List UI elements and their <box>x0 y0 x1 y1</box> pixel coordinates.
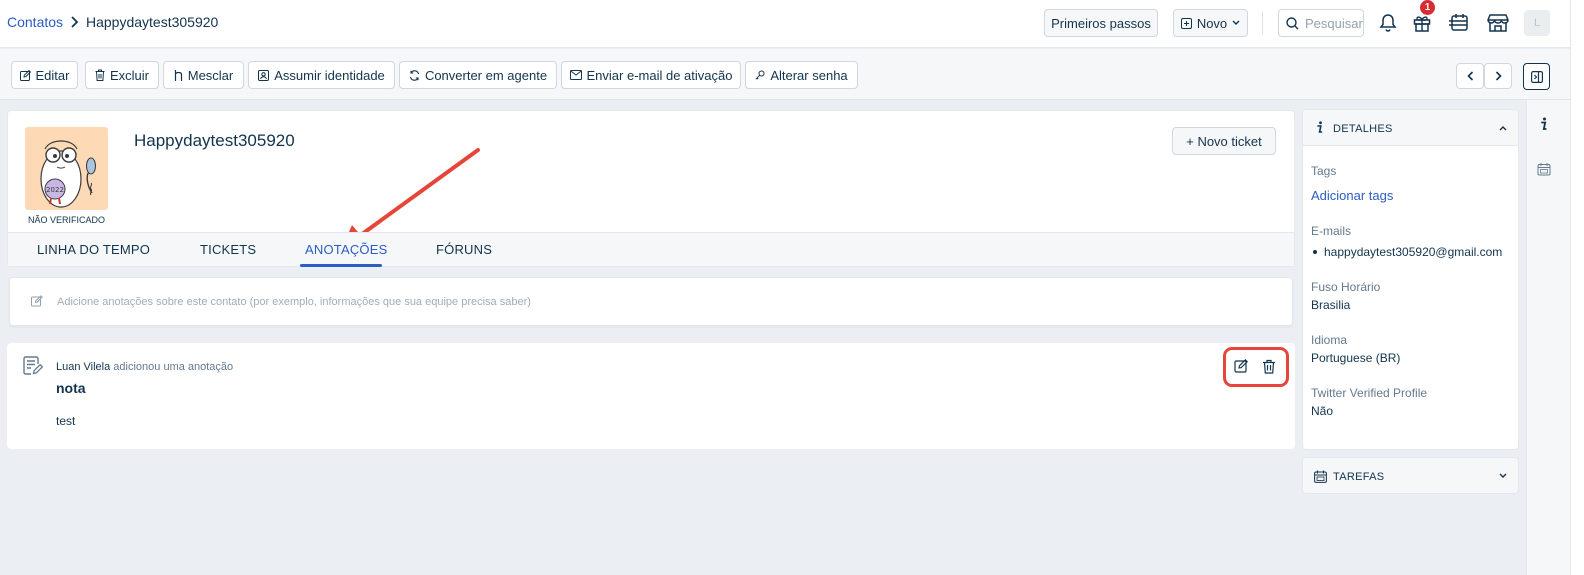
prev-contact-button[interactable] <box>1456 63 1484 89</box>
novo-label: Novo <box>1196 15 1228 31</box>
chevron-left-icon <box>1466 71 1474 81</box>
tab-tickets[interactable]: TICKETS <box>200 242 256 257</box>
converter-agente-button[interactable]: Converter em agente <box>399 61 557 89</box>
add-tags-link[interactable]: Adicionar tags <box>1311 188 1393 203</box>
contact-name: Happydaytest305920 <box>134 131 295 150</box>
refresh-icon <box>409 69 420 81</box>
store-icon[interactable] <box>1485 10 1511 36</box>
verification-status: NÃO VERIFICADO <box>27 215 105 225</box>
notification-badge: 1 <box>1420 0 1435 15</box>
chevron-down-icon[interactable] <box>1499 473 1507 479</box>
merge-icon <box>174 69 183 81</box>
note-body: test <box>56 414 76 428</box>
email-value: happydaytest305920@gmail.com <box>1324 245 1503 259</box>
note-item <box>7 343 1295 449</box>
info-icon <box>1316 121 1324 134</box>
search-icon <box>1286 16 1299 30</box>
edit-note-button[interactable] <box>1234 359 1250 375</box>
annotation-highlight-box <box>1223 347 1289 387</box>
note-icon <box>23 356 43 376</box>
excluir-label: Excluir <box>109 67 149 83</box>
mesclar-button[interactable]: Mesclar <box>163 61 244 89</box>
info-icon[interactable] <box>1539 117 1549 131</box>
excluir-button[interactable]: Excluir <box>85 61 159 89</box>
apps-calendar-icon[interactable] <box>1446 10 1472 36</box>
search-input[interactable] <box>1305 15 1365 31</box>
header-divider <box>1262 12 1263 34</box>
novo-ticket-label: + Novo ticket <box>1186 133 1262 149</box>
enviar-label: Enviar e-mail de ativação <box>586 67 733 83</box>
enviar-email-ativacao-button[interactable]: Enviar e-mail de ativação <box>561 61 741 89</box>
breadcrumb-contatos[interactable]: Contatos <box>7 14 63 30</box>
user-avatar[interactable]: L <box>1524 10 1550 36</box>
calendar-icon <box>1314 470 1327 483</box>
alterar-senha-button[interactable]: Alterar senha <box>745 61 858 89</box>
chevron-right-icon <box>1495 71 1502 81</box>
key-icon <box>755 70 765 81</box>
active-tab-indicator <box>300 264 382 267</box>
primeiros-passos-label: Primeiros passos <box>1051 15 1151 31</box>
assumir-identidade-button[interactable]: Assumir identidade <box>248 61 395 89</box>
language-label: Idioma <box>1311 333 1348 347</box>
breadcrumb-current: Happydaytest305920 <box>86 14 219 30</box>
search-box[interactable] <box>1278 9 1365 37</box>
edit-note-icon <box>31 295 43 307</box>
calendar-icon[interactable] <box>1537 162 1551 176</box>
chevron-down-icon <box>1232 20 1240 26</box>
chevron-up-icon[interactable] <box>1499 125 1507 131</box>
note-input-placeholder[interactable]: Adicione anotações sobre este contato (p… <box>57 296 531 308</box>
bullet <box>1313 250 1317 254</box>
note-author: Luan Vilela <box>56 361 111 373</box>
sidebar-toggle-icon <box>1530 70 1543 83</box>
next-contact-button[interactable] <box>1484 63 1512 89</box>
converter-label: Converter em agente <box>424 67 548 83</box>
page-scrollbar[interactable] <box>1570 0 1584 575</box>
details-title: DETALHES <box>1333 123 1393 135</box>
toggle-sidebar-button[interactable] <box>1523 63 1550 90</box>
language-value: Portuguese (BR) <box>1311 351 1401 365</box>
edit-icon <box>19 69 31 81</box>
contact-avatar: 2022 <box>25 127 108 210</box>
tab-foruns[interactable]: FÓRUNS <box>436 242 492 257</box>
assumir-label: Assumir identidade <box>274 67 385 83</box>
bell-icon[interactable] <box>1375 10 1401 36</box>
alterar-label: Alterar senha <box>770 67 848 83</box>
note-author-line: Luan Vilela adicionou uma anotação <box>56 361 233 373</box>
twitter-label: Twitter Verified Profile <box>1311 386 1428 400</box>
note-action: adicionou uma anotação <box>113 361 234 373</box>
emails-label: E-mails <box>1311 224 1352 238</box>
editar-label: Editar <box>35 67 70 83</box>
tab-anotacoes[interactable]: ANOTAÇÕES <box>305 242 387 257</box>
delete-note-button[interactable] <box>1262 359 1278 375</box>
tasks-title: TAREFAS <box>1333 471 1385 483</box>
tags-label: Tags <box>1311 164 1337 178</box>
mail-icon <box>569 70 582 80</box>
novo-ticket-button[interactable]: + Novo ticket <box>1172 127 1276 155</box>
timezone-label: Fuso Horário <box>1311 280 1381 294</box>
timezone-value: Brasilia <box>1311 298 1351 312</box>
primeiros-passos-button[interactable]: Primeiros passos <box>1044 9 1158 37</box>
trash-icon <box>95 69 105 81</box>
user-card-icon <box>258 69 270 81</box>
twitter-value: Não <box>1311 404 1334 418</box>
novo-button[interactable]: Novo <box>1173 9 1248 37</box>
chevron-right-icon <box>70 16 79 28</box>
avatar-year-text: 2022 <box>46 186 64 194</box>
plus-square-icon <box>1180 17 1192 29</box>
mesclar-label: Mesclar <box>187 67 234 83</box>
note-title: nota <box>56 380 86 396</box>
tab-linha-do-tempo[interactable]: LINHA DO TEMPO <box>37 242 150 257</box>
editar-button[interactable]: Editar <box>11 61 78 89</box>
